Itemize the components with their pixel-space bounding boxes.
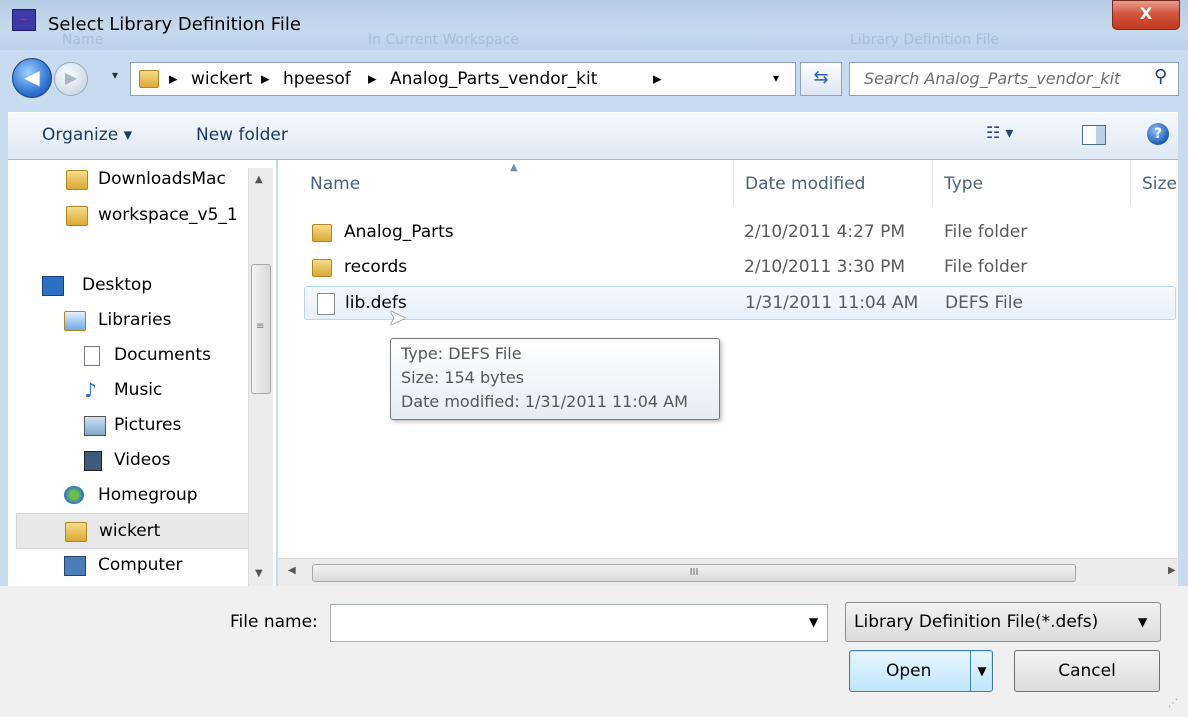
address-bar[interactable]: ▸ wickert ▸ hpeesof ▸ Analog_Parts_vendo… xyxy=(130,62,796,96)
file-name-dropdown-icon[interactable]: ▼ xyxy=(809,615,818,629)
chevron-right-icon[interactable]: ▸ xyxy=(368,69,377,89)
file-date: 2/10/2011 4:27 PM xyxy=(744,222,906,242)
column-header-date[interactable]: Date modified xyxy=(745,174,865,194)
folder-icon xyxy=(139,70,159,88)
homegroup-icon xyxy=(64,486,84,504)
forward-button[interactable]: ▶ xyxy=(54,62,88,96)
title-bar[interactable]: Name In Current Workspace Library Defini… xyxy=(0,0,1188,50)
horizontal-scroll-thumb[interactable]: III xyxy=(312,564,1076,582)
file-name-field[interactable]: ▼ xyxy=(330,604,828,642)
chevron-right-icon[interactable]: ▸ xyxy=(169,69,178,89)
user-folder-icon xyxy=(65,522,87,542)
scroll-grip-icon: ≡ xyxy=(256,321,265,332)
tooltip-size: Size: 154 bytes xyxy=(401,368,525,387)
organize-button[interactable]: Organize ▾ xyxy=(42,125,132,145)
sort-ascending-icon: ▲ xyxy=(510,162,518,173)
dialog-footer: File name: ▼ Library Definition File(*.d… xyxy=(0,586,1188,717)
navigation-scrollbar[interactable]: ▲ ≡ ▼ xyxy=(248,168,273,586)
help-icon[interactable]: ? xyxy=(1147,123,1169,145)
music-icon: ♪ xyxy=(84,378,97,402)
command-toolbar: Organize ▾ New folder ☷ ▾ ? xyxy=(8,112,1178,160)
close-button[interactable]: X xyxy=(1112,0,1180,30)
folder-icon xyxy=(312,259,332,277)
documents-icon xyxy=(84,346,100,366)
file-icon xyxy=(317,293,335,315)
file-date: 1/31/2011 11:04 AM xyxy=(745,293,919,313)
pictures-icon xyxy=(84,416,106,436)
file-name: records xyxy=(344,257,408,277)
preview-pane-icon[interactable] xyxy=(1082,125,1106,145)
address-dropdown-icon[interactable]: ▾ xyxy=(773,71,779,85)
open-button-label: Open xyxy=(886,661,932,681)
column-header-size[interactable]: Size xyxy=(1142,174,1177,194)
file-dialog-window: Name In Current Workspace Library Defini… xyxy=(0,0,1188,717)
file-name: Analog_Parts xyxy=(344,222,454,242)
breadcrumb-wickert[interactable]: wickert xyxy=(191,69,252,89)
mouse-pointer-icon: ➤ xyxy=(388,306,407,331)
scroll-left-arrow-icon[interactable]: ◀ xyxy=(288,565,296,576)
open-split-dropdown-icon[interactable]: ▼ xyxy=(970,651,993,691)
window-title: Select Library Definition File xyxy=(48,14,301,35)
column-divider[interactable] xyxy=(932,160,933,206)
cancel-button[interactable]: Cancel xyxy=(1014,650,1160,692)
desktop-icon xyxy=(42,276,64,296)
file-type: File folder xyxy=(944,222,1028,242)
tooltip-type: Type: DEFS File xyxy=(401,344,522,363)
folder-icon xyxy=(66,170,88,190)
column-divider[interactable] xyxy=(733,160,734,206)
file-date: 2/10/2011 3:30 PM xyxy=(744,257,906,277)
ghost-header-workspace: In Current Workspace xyxy=(368,32,520,48)
breadcrumb-hpeesof[interactable]: hpeesof xyxy=(283,69,351,89)
column-header-name[interactable]: Name xyxy=(310,174,360,194)
scroll-down-arrow-icon[interactable]: ▼ xyxy=(255,568,263,579)
file-type-selected: Library Definition File(*.defs) xyxy=(854,612,1099,632)
column-divider[interactable] xyxy=(1130,160,1131,206)
navigation-scroll-thumb[interactable]: ≡ xyxy=(251,264,271,394)
scroll-up-arrow-icon[interactable]: ▲ xyxy=(255,174,263,185)
search-placeholder: Search Analog_Parts_vendor_kit xyxy=(864,69,1121,88)
tooltip-date: Date modified: 1/31/2011 11:04 AM xyxy=(401,392,688,411)
breadcrumb-vendor-kit[interactable]: Analog_Parts_vendor_kit xyxy=(390,69,597,89)
change-view-button[interactable]: ☷ ▾ xyxy=(986,123,1013,142)
open-button[interactable]: Open ▼ xyxy=(849,650,993,692)
scroll-right-arrow-icon[interactable]: ▶ xyxy=(1168,565,1176,576)
file-type: File folder xyxy=(944,257,1028,277)
back-button[interactable]: ◀ xyxy=(12,58,52,98)
chevron-right-icon[interactable]: ▸ xyxy=(261,69,270,89)
horizontal-scrollbar[interactable]: ◀ III ▶ xyxy=(278,558,1178,587)
computer-icon xyxy=(64,556,86,576)
folder-icon xyxy=(312,224,332,242)
videos-icon xyxy=(84,451,102,471)
libraries-icon xyxy=(64,311,86,331)
resize-grip-icon[interactable]: ⋰ xyxy=(1168,698,1178,709)
file-row-hovered[interactable]: lib.defs 1/31/2011 11:04 AM DEFS File xyxy=(304,286,1176,320)
column-header-type[interactable]: Type xyxy=(944,174,983,194)
search-icon[interactable]: ⚲ xyxy=(1154,66,1167,87)
back-arrow-icon: ◀ xyxy=(24,65,40,89)
file-row[interactable]: Analog_Parts 2/10/2011 4:27 PM File fold… xyxy=(304,216,1178,248)
forward-arrow-icon: ▶ xyxy=(64,68,78,87)
file-type: DEFS File xyxy=(945,293,1023,313)
new-folder-button[interactable]: New folder xyxy=(196,125,288,145)
chevron-right-icon[interactable]: ▸ xyxy=(653,69,662,89)
navigation-pane: DownloadsMac workspace_v5_1 Desktop Libr… xyxy=(8,160,276,586)
sidebar-item-wickert[interactable]: wickert xyxy=(16,513,256,549)
recent-pages-dropdown-icon[interactable]: ▾ xyxy=(112,68,118,82)
ghost-header-library: Library Definition File xyxy=(850,32,1000,48)
search-input[interactable]: Search Analog_Parts_vendor_kit ⚲ xyxy=(849,62,1179,96)
chevron-down-icon: ▼ xyxy=(1138,615,1148,629)
folder-icon xyxy=(66,206,88,226)
refresh-icon: ⇆ xyxy=(813,67,829,88)
file-type-select[interactable]: Library Definition File(*.defs) ▼ xyxy=(845,602,1161,642)
app-icon: ~ xyxy=(12,9,36,31)
refresh-button[interactable]: ⇆ xyxy=(800,62,842,96)
file-name-label: File name: xyxy=(230,612,318,632)
file-info-tooltip: Type: DEFS File Size: 154 bytes Date mod… xyxy=(390,338,720,420)
file-row[interactable]: records 2/10/2011 3:30 PM File folder xyxy=(304,251,1178,283)
